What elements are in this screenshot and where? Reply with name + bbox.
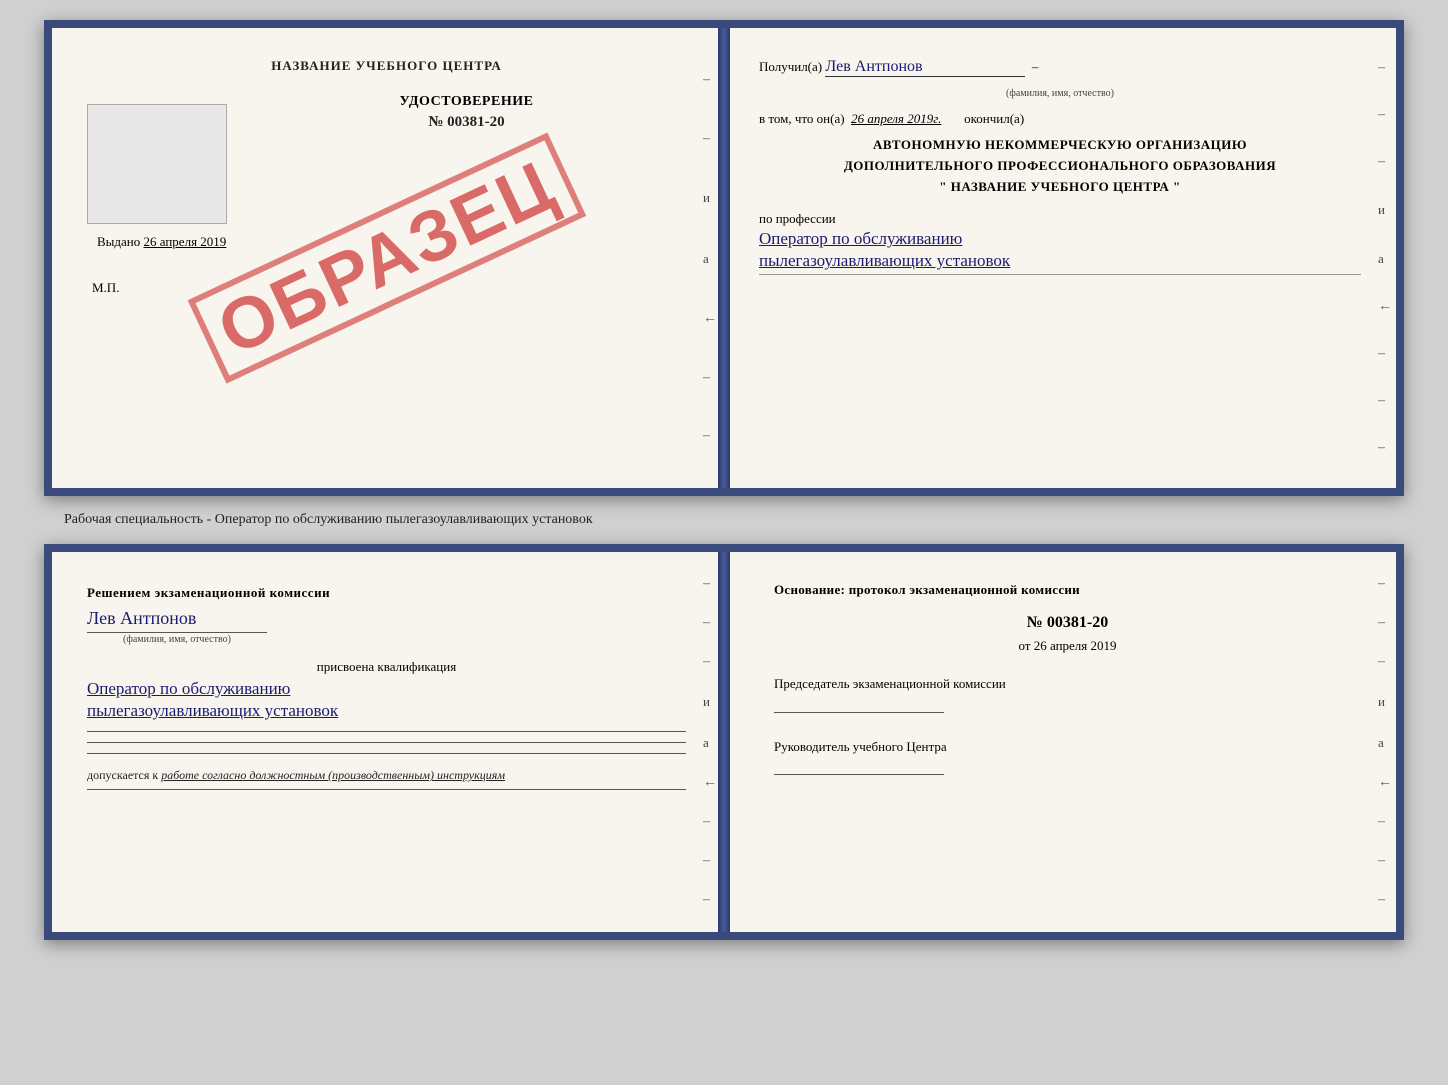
org-name: НАЗВАНИЕ УЧЕБНОГО ЦЕНТРА	[951, 179, 1170, 194]
between-text: Рабочая специальность - Оператор по обсл…	[64, 512, 593, 528]
person-name: Лев Антпонов	[87, 608, 686, 629]
allowed-block: допускается к работе согласно должностны…	[87, 768, 686, 783]
completed-date: 26 апреля 2019г.	[851, 111, 941, 126]
doc-title: УДОСТОВЕРЕНИЕ	[247, 94, 686, 110]
basis-label: Основание: протокол экзаменационной коми…	[774, 582, 1361, 598]
bottom-book-spine	[718, 552, 730, 932]
top-left-page: НАЗВАНИЕ УЧЕБНОГО ЦЕНТРА УДОСТОВЕРЕНИЕ №…	[52, 28, 724, 488]
book-spine	[718, 28, 730, 488]
bottom-left-page: Решением экзаменационной комиссии Лев Ан…	[52, 552, 724, 932]
school-title: НАЗВАНИЕ УЧЕБНОГО ЦЕНТРА	[87, 58, 686, 74]
profession-label: по профессии	[759, 211, 1361, 227]
mp-label: М.П.	[87, 280, 686, 296]
issued-label: Выдано	[97, 234, 140, 249]
protocol-date: от 26 апреля 2019	[774, 638, 1361, 654]
in-that-line: в том, что он(а) 26 апреля 2019г. окончи…	[759, 111, 1361, 127]
qualification-label: присвоена квалификация	[87, 659, 686, 675]
decision-text: Решением экзаменационной комиссии	[87, 582, 686, 604]
profession-line2: пылегазоулавливающих установок	[759, 251, 1361, 271]
head-sign-line	[774, 774, 944, 775]
sign-line-1	[87, 731, 686, 732]
bottom-right-page: Основание: протокол экзаменационной коми…	[724, 552, 1396, 932]
allowed-text: работе согласно должностным (производств…	[161, 768, 505, 782]
top-right-page: Получил(а) Лев Антпонов – (фамилия, имя,…	[724, 28, 1396, 488]
sign-line-2	[87, 742, 686, 743]
doc-number: № 00381-20	[247, 114, 686, 131]
chairman-block: Председатель экзаменационной комиссии	[774, 674, 1361, 713]
head-block: Руководитель учебного Центра	[774, 737, 1361, 776]
chairman-title: Председатель экзаменационной комиссии	[774, 674, 1361, 694]
profession-line1: Оператор по обслуживанию	[759, 229, 1361, 249]
sign-line-3	[87, 753, 686, 754]
issued-line: Выдано 26 апреля 2019	[87, 234, 686, 250]
qual-line1: Оператор по обслуживанию	[87, 679, 686, 699]
issued-date: 26 апреля 2019	[144, 234, 227, 249]
stamp-placeholder	[87, 104, 227, 224]
chairman-sign-line	[774, 712, 944, 713]
completed-label: окончил(а)	[964, 111, 1024, 126]
received-label: Получил(а) Лев Антпонов –	[759, 58, 1361, 77]
edge-marks-right-top: – – – и а ← – – –	[1378, 28, 1392, 488]
top-certificate-book: НАЗВАНИЕ УЧЕБНОГО ЦЕНТРА УДОСТОВЕРЕНИЕ №…	[44, 20, 1404, 496]
bottom-certificate-book: Решением экзаменационной комиссии Лев Ан…	[44, 544, 1404, 940]
head-title: Руководитель учебного Центра	[774, 737, 1361, 757]
edge-marks-left: – – и а ← – –	[703, 28, 717, 488]
sign-line-4	[87, 789, 686, 790]
protocol-number: № 00381-20	[774, 614, 1361, 632]
qual-line2: пылегазоулавливающих установок	[87, 701, 686, 721]
name-subcaption-bottom: (фамилия, имя, отчество)	[87, 632, 267, 645]
protocol-date-value: 26 апреля 2019	[1034, 638, 1117, 653]
recipient-name: Лев Антпонов	[825, 58, 1025, 77]
org-block: АВТОНОМНУЮ НЕКОММЕРЧЕСКУЮ ОРГАНИЗАЦИЮ ДО…	[759, 135, 1361, 197]
edge-marks-bottom-left: – – – и а ← – – –	[703, 552, 717, 932]
edge-marks-bottom-right: – – – и а ← – – –	[1378, 552, 1392, 932]
separator	[759, 274, 1361, 275]
name-subcaption-top: (фамилия, имя, отчество)	[1006, 88, 1114, 99]
